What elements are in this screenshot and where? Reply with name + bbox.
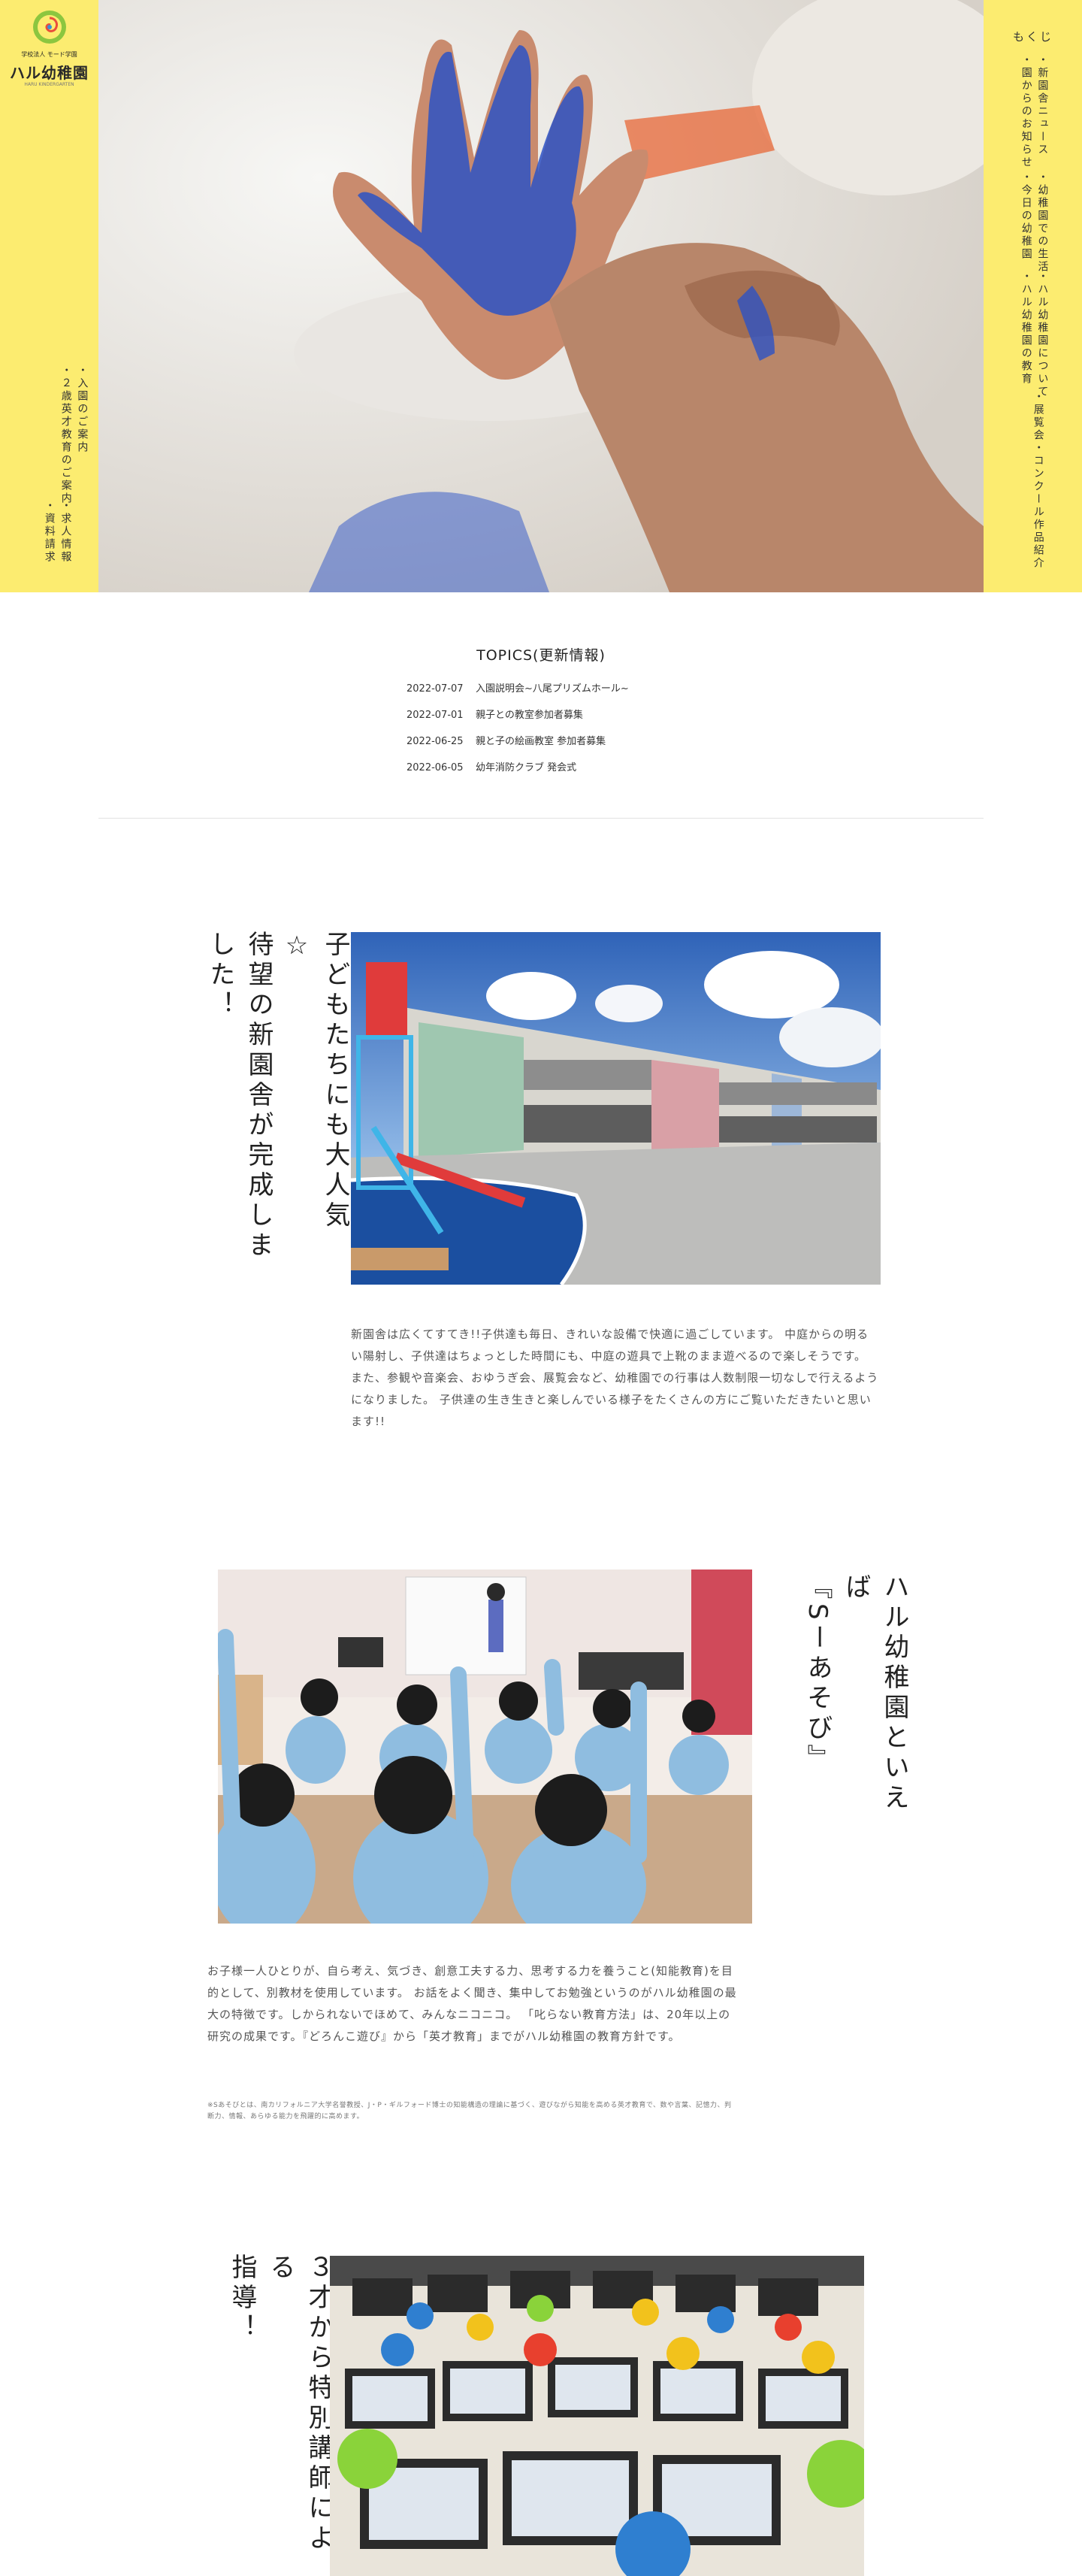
nav-admission[interactable]: ・入園のご案内 — [74, 365, 90, 505]
computer-class-illustration — [330, 2256, 864, 2576]
section2-paragraph: お子様一人ひとりが、自ら考え、気づき、創意工夫する力、思考する力を養うこと(知能… — [207, 1964, 737, 2043]
topic-row[interactable]: 2022-07-07 入園説明会~八尾プリズムホール~ — [407, 680, 629, 695]
topic-date: 2022-06-25 — [407, 736, 464, 747]
section-divider — [98, 818, 984, 819]
topic-link[interactable]: 親子との教室参加者募集 — [476, 710, 583, 721]
topic-row[interactable]: 2022-07-01 親子との教室参加者募集 — [407, 707, 583, 721]
new-building-photo — [351, 932, 881, 1285]
topic-row[interactable]: 2022-06-25 親と子の絵画教室 参加者募集 — [407, 733, 606, 747]
nav-two-year-program[interactable]: ・２歳英才教育のご案内 — [57, 365, 74, 505]
section1-paragraph: 新園舎は広くてすてき!!子供達も毎日、きれいな設備で快適に過ごしています。 中庭… — [351, 1327, 879, 1428]
toc-item-new-building[interactable]: ・新園舎ニュース — [1034, 54, 1050, 169]
section1-heading-line: 待望の新園舎が完成しま — [243, 931, 274, 1261]
section2-note: ※Sあそびとは、南カリフォルニア大学名誉教授、J・P・ギルフォード博士の知能構造… — [207, 2102, 732, 2120]
topic-date: 2022-07-01 — [407, 710, 464, 721]
new-building-illustration — [351, 932, 881, 1285]
toc-list-2: ・幼稚園での生活 ・今日の幼稚園 — [1017, 171, 1050, 274]
toc-item-notices[interactable]: ・園からのお知らせ — [1017, 54, 1034, 169]
section2-heading: ハル幼稚園といえば 『Sーあそび』 — [798, 1573, 913, 1814]
section1-heading-line: 子どもたちにも大人気☆ — [282, 931, 350, 1231]
section1-heading-line: した！ — [205, 931, 235, 1021]
logo-name: ハル幼稚園 — [10, 64, 89, 82]
classroom-photo — [218, 1570, 752, 1924]
section1-heading: 子どもたちにも大人気☆ 待望の新園舎が完成しま した！ — [201, 931, 354, 1261]
toc-item-about[interactable]: ・ハル幼稚園について — [1034, 271, 1050, 398]
nav-request-docs[interactable]: ・資料請求 — [41, 500, 57, 564]
computer-class-photo — [330, 2256, 864, 2576]
logo-subtitle: HARU KINDERGARTEN — [24, 82, 74, 87]
left-nav-group-2: ・求人情報 ・資料請求 — [41, 500, 73, 564]
toc-list-4: ・展覧会・コンクール作品紹介 — [1029, 391, 1046, 570]
topic-link[interactable]: 入園説明会~八尾プリズムホール~ — [476, 683, 629, 695]
toc-title: もくじ — [1013, 30, 1054, 44]
toc-item-daily-life[interactable]: ・幼稚園での生活 — [1034, 171, 1050, 274]
section3-heading-line: 指導！ — [227, 2254, 257, 2344]
topic-date: 2022-07-07 — [407, 683, 464, 695]
nav-jobs[interactable]: ・求人情報 — [57, 500, 74, 564]
classroom-illustration — [218, 1570, 752, 1924]
left-nav-group-1: ・入園のご案内 ・２歳英才教育のご案内 — [57, 365, 89, 505]
section2-heading-line: 『Sーあそび』 — [802, 1573, 833, 1775]
toc-list-3: ・ハル幼稚園について ・ハル幼稚園の教育 — [1017, 271, 1050, 398]
logo-emblem-icon — [33, 11, 66, 44]
logo-org-name: 学校法人 モード学園 — [21, 51, 77, 58]
topic-date: 2022-06-05 — [407, 762, 464, 773]
topic-row[interactable]: 2022-06-05 幼年消防クラブ 発会式 — [407, 759, 576, 773]
toc-item-education[interactable]: ・ハル幼稚園の教育 — [1017, 271, 1034, 398]
section3-heading-line: ３才から特別講師による — [265, 2254, 334, 2554]
toc-item-today[interactable]: ・今日の幼稚園 — [1017, 171, 1034, 274]
toc-item-exhibition[interactable]: ・展覧会・コンクール作品紹介 — [1029, 391, 1046, 570]
site-logo[interactable]: 学校法人 モード学園 ハル幼稚園 HARU KINDERGARTEN — [6, 9, 92, 92]
section2-heading-line: ハル幼稚園といえば — [841, 1573, 909, 1814]
topic-link[interactable]: 幼年消防クラブ 発会式 — [476, 762, 576, 773]
hero-image — [98, 0, 984, 592]
painted-hand-illustration — [98, 0, 984, 592]
section3-heading: ３才から特別講師による 指導！ — [222, 2254, 337, 2554]
topics-title: TOPICS(更新情報) — [476, 647, 606, 664]
toc-list-1: ・新園舎ニュース ・園からのお知らせ — [1017, 54, 1050, 169]
topic-link[interactable]: 親と子の絵画教室 参加者募集 — [476, 736, 606, 747]
